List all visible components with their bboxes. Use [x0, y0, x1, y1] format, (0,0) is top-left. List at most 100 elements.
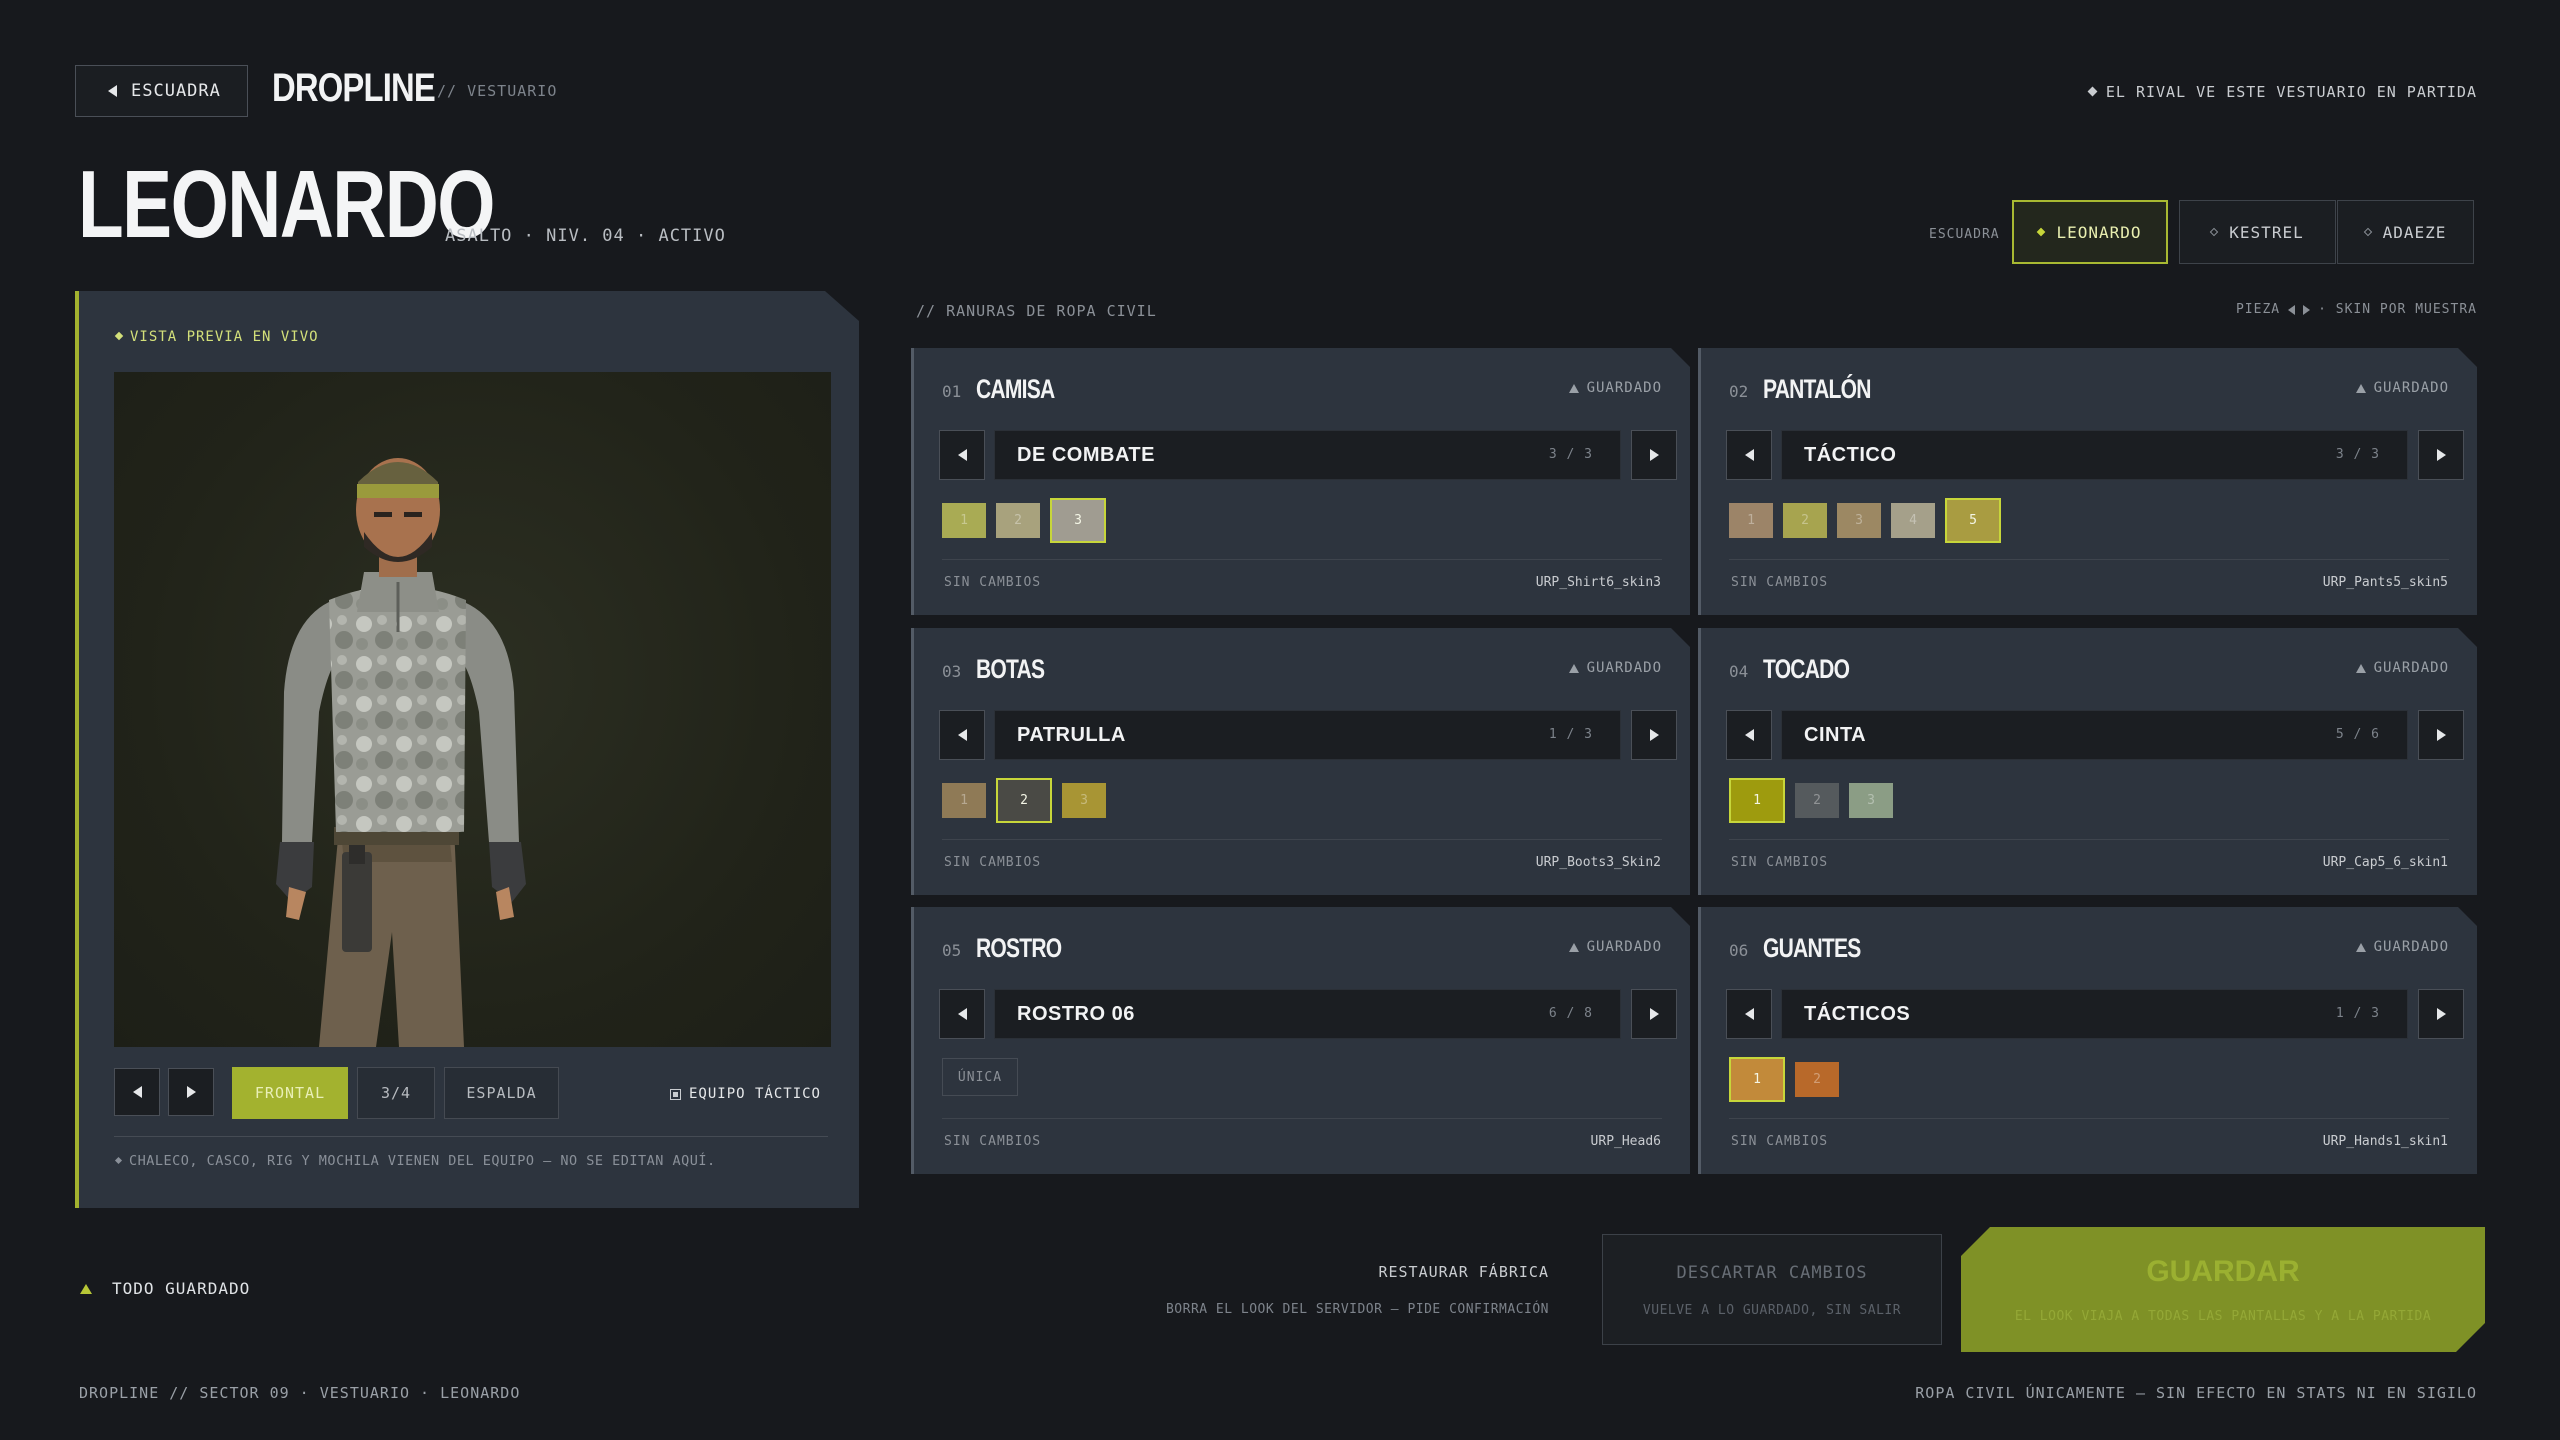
back-to-squad-button[interactable]: ESCUADRA — [75, 65, 248, 117]
angle-frontal-button[interactable]: FRONTAL — [232, 1067, 348, 1119]
option-selector: PATRULLA 1 / 3 — [994, 710, 1621, 760]
slot-change-status: SIN CAMBIOS — [944, 855, 1042, 870]
slot-number: 01 — [942, 382, 962, 401]
skin-swatches: 123 — [942, 778, 1106, 823]
diamond-icon — [2037, 227, 2046, 237]
saved-indicator-icon — [1568, 663, 1579, 673]
rotate-right-button[interactable] — [168, 1068, 214, 1116]
skin-swatch[interactable]: 2 — [1783, 503, 1827, 538]
save-button[interactable]: GUARDAR EL LOOK VIAJA A TODAS LAS PANTAL… — [1961, 1227, 2485, 1352]
arrow-right-icon — [2303, 304, 2311, 315]
squad-tab-leonardo[interactable]: LEONARDO — [2012, 200, 2168, 264]
skin-swatch[interactable]: 1 — [942, 783, 986, 818]
arrow-left-icon — [1744, 729, 1754, 741]
prev-option-button[interactable] — [939, 989, 985, 1039]
skin-swatches: 123 — [942, 498, 1106, 543]
saved-indicator-icon — [2355, 663, 2366, 673]
prev-option-button[interactable] — [1726, 989, 1772, 1039]
restore-factory-hint: BORRA EL LOOK DEL SERVIDOR — PIDE CONFIR… — [1165, 1302, 1549, 1317]
slot-number: 04 — [1729, 662, 1749, 681]
slot-card-1: 01 CAMISA GUARDADO DE COMBATE 3 / 3 1 2 3 SIN… — [911, 348, 1690, 615]
skin-swatch[interactable]: 2 — [996, 503, 1040, 538]
angle-back-button[interactable]: ESPALDA — [444, 1067, 559, 1119]
skin-swatch[interactable]: 1 — [942, 503, 986, 538]
skin-swatches: 12 — [1729, 1057, 1839, 1102]
slot-saved-status: GUARDADO — [2355, 939, 2449, 955]
skin-swatch[interactable]: 2 — [1795, 1062, 1839, 1097]
option-count: 6 / 8 — [1548, 1006, 1593, 1021]
skin-swatch[interactable]: 1 — [1729, 503, 1773, 538]
discard-label: DESCARTAR CAMBIOS — [1676, 1263, 1868, 1283]
diamond-icon — [114, 331, 124, 341]
prev-option-button[interactable] — [939, 710, 985, 760]
saved-indicator-icon — [1568, 383, 1579, 393]
character-model — [276, 458, 526, 1047]
next-option-button[interactable] — [2418, 710, 2464, 760]
skin-swatch[interactable]: 5 — [1945, 498, 2001, 543]
live-preview-label: VISTA PREVIA EN VIVO — [114, 329, 319, 345]
arrow-left-icon — [2288, 304, 2296, 315]
arrow-right-icon — [1649, 729, 1659, 741]
divider — [942, 559, 1662, 560]
slot-saved-status: GUARDADO — [2355, 380, 2449, 396]
slot-saved-status: GUARDADO — [1568, 660, 1662, 676]
slot-number: 02 — [1729, 382, 1749, 401]
angle-three-quarter-button[interactable]: 3/4 — [357, 1067, 435, 1119]
back-arrow-icon — [108, 85, 117, 97]
slot-saved-status: GUARDADO — [1568, 380, 1662, 396]
slot-name: BOTAS — [976, 654, 1045, 684]
next-option-button[interactable] — [1631, 430, 1677, 480]
slot-card-4: 04 TOCADO GUARDADO CINTA 5 / 6 1 2 3 SIN CAMB… — [1698, 628, 2477, 895]
next-option-button[interactable] — [2418, 989, 2464, 1039]
discard-changes-button[interactable]: DESCARTAR CAMBIOS VUELVE A LO GUARDADO, … — [1602, 1234, 1942, 1345]
option-name: CINTA — [1804, 724, 1867, 746]
slot-name: TOCADO — [1763, 654, 1850, 684]
option-count: 3 / 3 — [1548, 447, 1593, 462]
skin-swatches: 123 — [1729, 778, 1893, 823]
skin-swatch[interactable]: 4 — [1891, 503, 1935, 538]
arrow-right-icon — [2436, 1008, 2446, 1020]
character-viewport[interactable] — [114, 372, 831, 1047]
discard-hint: VUELVE A LO GUARDADO, SIN SALIR — [1642, 1303, 1902, 1318]
saved-indicator-icon — [1568, 942, 1579, 952]
prev-option-button[interactable] — [1726, 430, 1772, 480]
diamond-icon — [2210, 227, 2219, 237]
skin-swatch[interactable]: 3 — [1837, 503, 1881, 538]
divider — [1729, 559, 2449, 560]
skin-swatch[interactable]: 3 — [1050, 498, 1106, 543]
squad-tab-adaeze[interactable]: ADAEZE — [2337, 200, 2474, 264]
character-name: LEONARDO — [78, 151, 496, 258]
option-selector: DE COMBATE 3 / 3 — [994, 430, 1621, 480]
diamond-icon — [2363, 227, 2372, 237]
option-name: TÁCTICO — [1804, 444, 1897, 466]
arrow-left-icon — [1744, 1008, 1754, 1020]
prev-option-button[interactable] — [1726, 710, 1772, 760]
rotate-left-button[interactable] — [114, 1068, 160, 1116]
next-option-button[interactable] — [1631, 710, 1677, 760]
arrow-right-icon — [1649, 1008, 1659, 1020]
prev-option-button[interactable] — [939, 430, 985, 480]
unique-skin-chip: ÚNICA — [942, 1058, 1018, 1096]
skin-swatch[interactable]: 1 — [1729, 1057, 1785, 1102]
arrow-right-icon — [2436, 449, 2446, 461]
skin-swatch[interactable]: 3 — [1849, 783, 1893, 818]
tactical-gear-toggle[interactable]: EQUIPO TÁCTICO — [669, 1086, 821, 1102]
squad-tab-kestrel[interactable]: KESTREL — [2179, 200, 2336, 264]
skin-swatch[interactable]: 1 — [1729, 778, 1785, 823]
slot-name: CAMISA — [976, 374, 1055, 404]
skin-swatch[interactable]: 2 — [1795, 783, 1839, 818]
rival-visibility-note: EL RIVAL VE ESTE VESTUARIO EN PARTIDA — [2087, 83, 2477, 101]
checkbox-icon — [669, 1088, 681, 1100]
save-status: TODO GUARDADO — [80, 1279, 250, 1298]
slot-asset-id: URP_Cap5_6_skin1 — [2322, 855, 2448, 870]
restore-factory-button[interactable]: RESTAURAR FÁBRICA — [1378, 1263, 1549, 1281]
arrow-right-icon — [1649, 449, 1659, 461]
character-preview-panel: VISTA PREVIA EN VIVO FRONTAL 3/4 ESPALDA… — [75, 291, 859, 1208]
next-option-button[interactable] — [2418, 430, 2464, 480]
divider — [114, 1136, 828, 1137]
slot-number: 05 — [942, 941, 962, 960]
slot-asset-id: URP_Shirt6_skin3 — [1535, 575, 1661, 590]
next-option-button[interactable] — [1631, 989, 1677, 1039]
skin-swatch[interactable]: 3 — [1062, 783, 1106, 818]
skin-swatch[interactable]: 2 — [996, 778, 1052, 823]
